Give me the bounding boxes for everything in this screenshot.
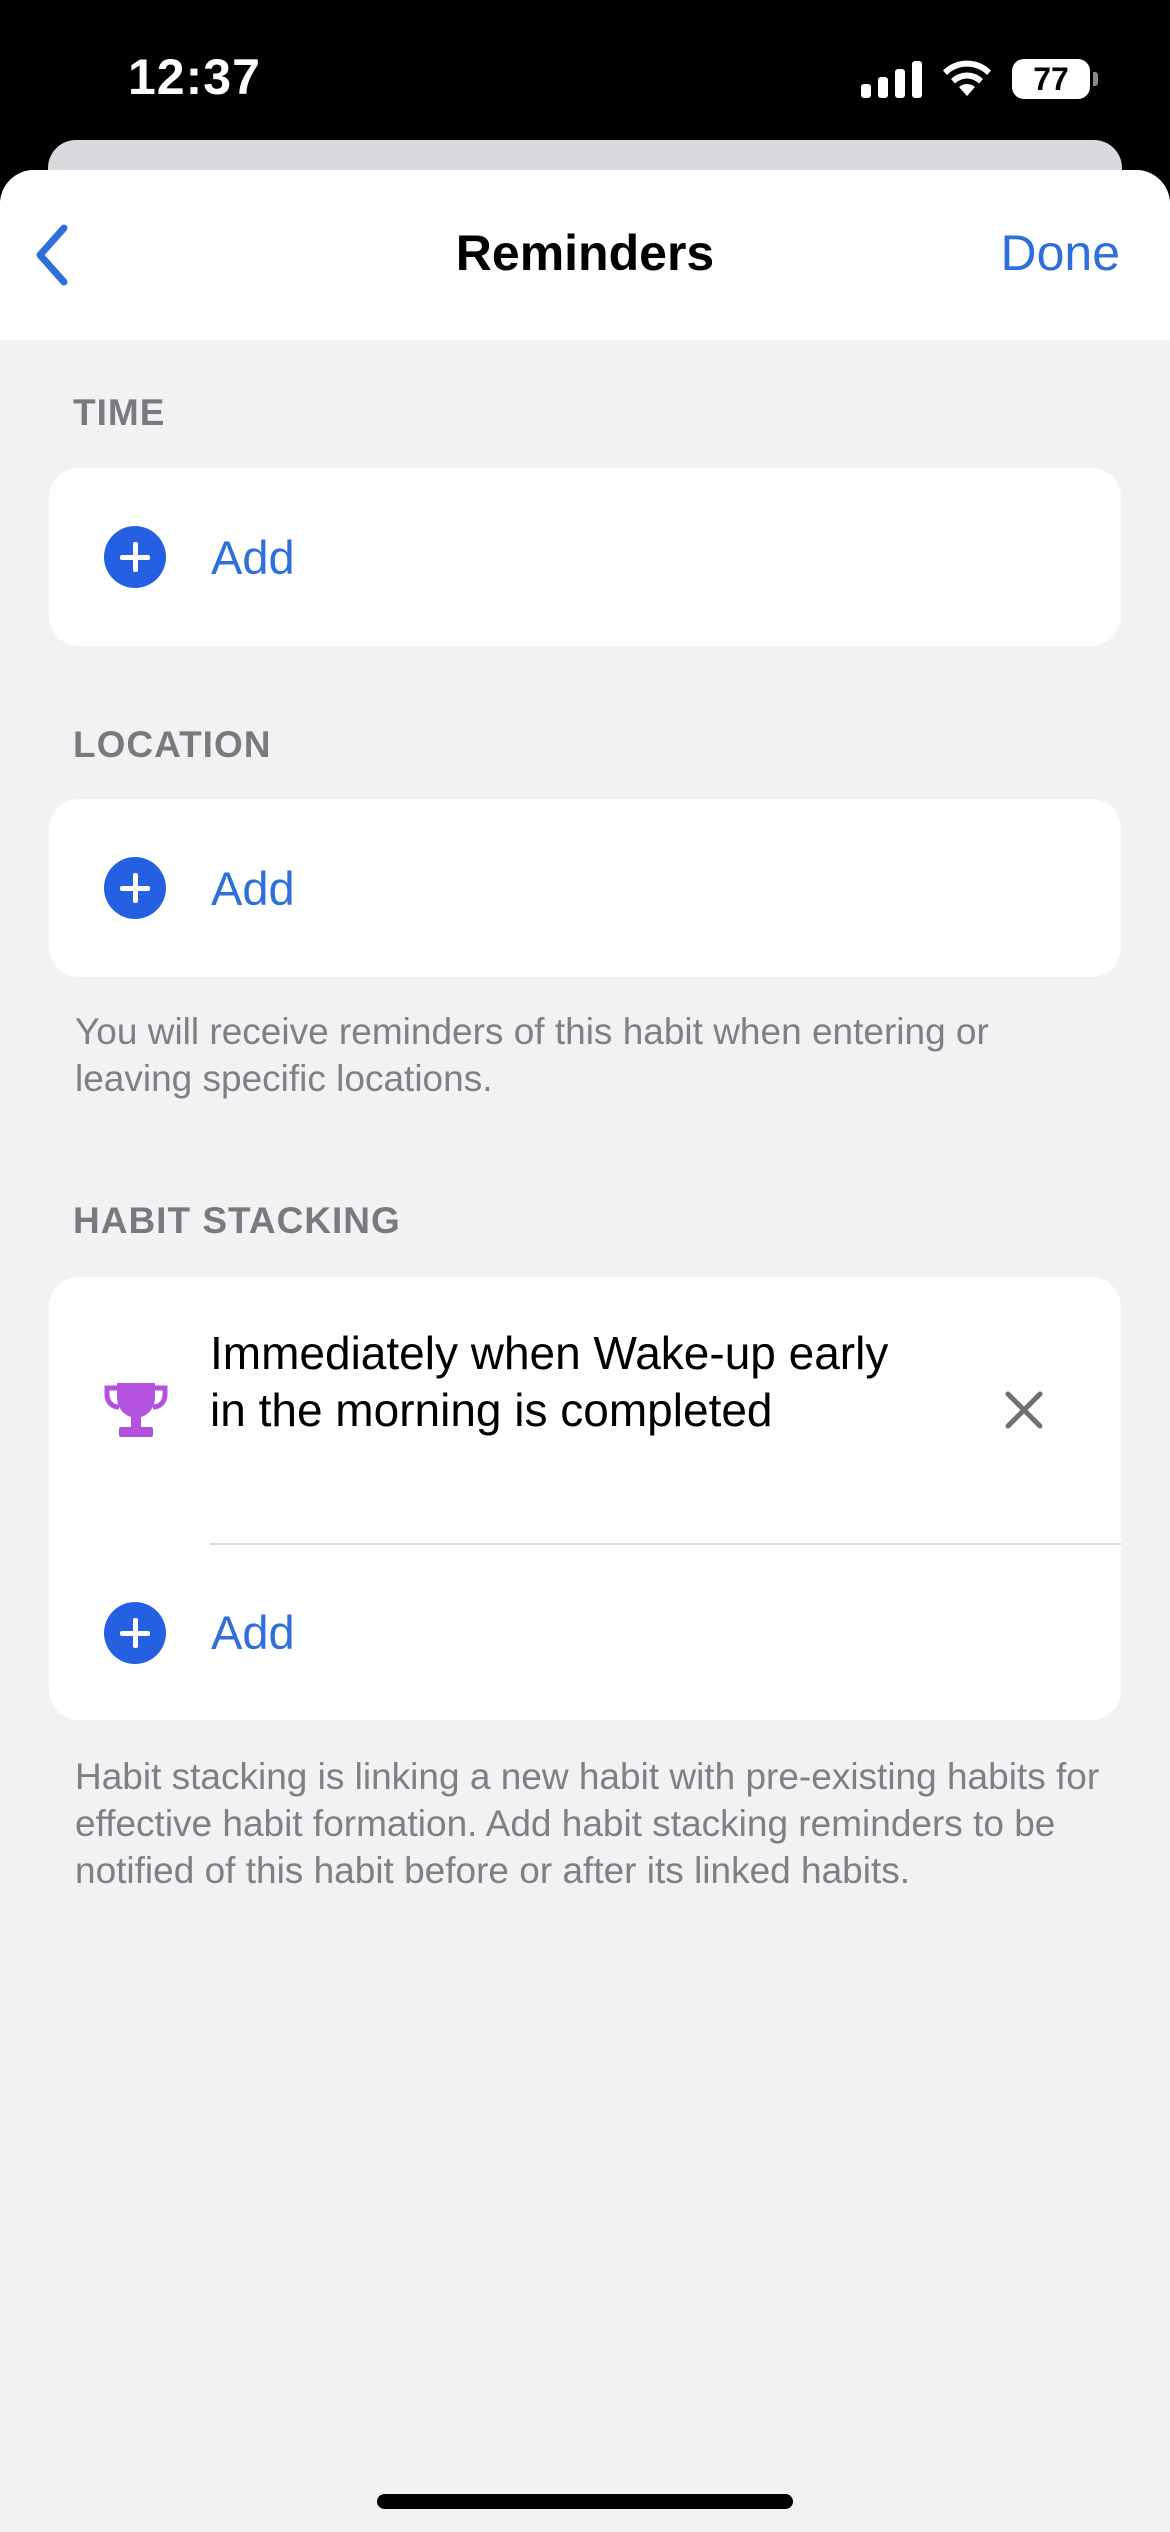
add-habit-stack-button[interactable]: Add bbox=[49, 1545, 1121, 1720]
add-location-label: Add bbox=[211, 861, 295, 915]
battery-level: 77 bbox=[1033, 60, 1069, 97]
habit-stack-item[interactable]: Immediately when Wake-up early in the mo… bbox=[49, 1277, 1121, 1543]
home-indicator[interactable] bbox=[377, 2494, 793, 2509]
trophy-icon bbox=[104, 1383, 168, 1437]
battery-icon: 77 bbox=[1012, 59, 1098, 99]
section-label-location: LOCATION bbox=[73, 724, 272, 765]
page-title: Reminders bbox=[455, 225, 715, 281]
section-label-time: TIME bbox=[73, 392, 166, 433]
status-icons: 77 bbox=[861, 54, 1098, 104]
plus-circle-icon bbox=[104, 1601, 166, 1664]
habit-stacking-card: Immediately when Wake-up early in the mo… bbox=[49, 1277, 1121, 1720]
section-label-habit-stacking: HABIT STACKING bbox=[73, 1200, 401, 1241]
status-bar: 12:37 77 bbox=[0, 0, 1170, 150]
add-time-button[interactable]: Add bbox=[49, 468, 1121, 646]
reminders-sheet: Reminders Done TIME Add LOCATION Add You… bbox=[0, 170, 1170, 2532]
add-time-label: Add bbox=[211, 530, 295, 584]
add-location-button[interactable]: Add bbox=[49, 799, 1121, 977]
done-button[interactable]: Done bbox=[1000, 224, 1120, 282]
plus-circle-icon bbox=[104, 526, 166, 588]
plus-circle-icon bbox=[104, 857, 166, 919]
location-card: Add bbox=[49, 799, 1121, 977]
wifi-icon bbox=[943, 60, 991, 96]
habit-stack-text: Immediately when Wake-up early in the mo… bbox=[210, 1327, 889, 1436]
location-footnote: You will receive reminders of this habit… bbox=[75, 1011, 989, 1099]
time-card: Add bbox=[49, 468, 1121, 646]
close-icon[interactable] bbox=[999, 1385, 1049, 1435]
nav-bar: Reminders Done bbox=[0, 170, 1170, 340]
add-habit-stack-label: Add bbox=[211, 1606, 295, 1659]
status-time: 12:37 bbox=[128, 49, 261, 105]
cellular-signal-icon bbox=[861, 60, 922, 98]
habit-stacking-footnote: Habit stacking is linking a new habit wi… bbox=[75, 1756, 1100, 1891]
